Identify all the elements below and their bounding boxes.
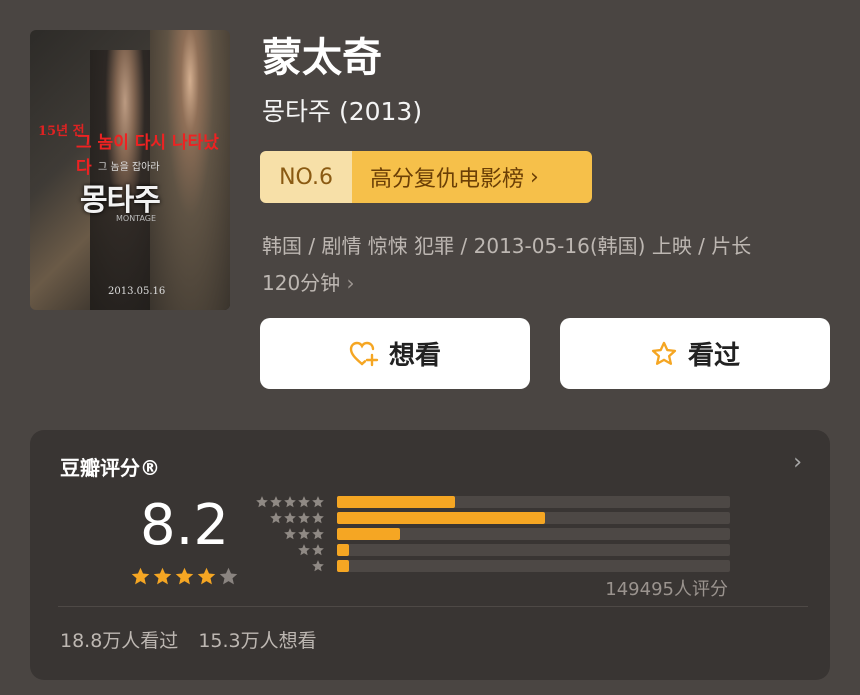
poster-subtitle: MONTAGE [116, 214, 157, 223]
distribution-star-label [255, 559, 325, 573]
divider [58, 606, 808, 607]
distribution-row-1-star [255, 558, 735, 574]
star-small-icon [284, 528, 296, 540]
want-to-watch-button[interactable]: 想看 [260, 318, 530, 389]
star-small-icon [312, 528, 324, 540]
star-small-icon [298, 528, 310, 540]
star-small-icon [312, 560, 324, 572]
poster-date: 2013.05.16 [108, 286, 166, 297]
distribution-bar-5-star [337, 496, 455, 508]
chevron-right-icon: › [530, 164, 539, 190]
distribution-star-label [255, 511, 325, 525]
distribution-row-4-star [255, 510, 735, 526]
star-filled-icon [153, 567, 172, 585]
distribution-row-3-star [255, 526, 735, 542]
distribution-star-label [255, 527, 325, 541]
rating-count: 149495人评分 [605, 579, 728, 600]
distribution-row-2-star [255, 542, 735, 558]
distribution-track [337, 496, 730, 508]
watch-stats: 18.8万人看过 15.3万人想看 [60, 626, 317, 653]
star-small-icon [284, 496, 296, 508]
movie-poster[interactable]: 15년 전 그 놈이 다시 나타났다 그 놈을 잡아라 몽타주 MONTAGE … [30, 30, 230, 310]
rank-list-name: 高分复仇电影榜 › [352, 151, 592, 203]
meta-line-2: 120分钟 › [262, 265, 822, 302]
meta-line-1: 韩国 / 剧情 惊悚 犯罪 / 2013-05-16(韩国) 上映 / 片长 [262, 234, 752, 258]
star-small-icon [298, 496, 310, 508]
star-filled-icon [131, 567, 150, 585]
rating-score: 8.2 [140, 493, 230, 558]
chevron-right-icon[interactable]: › [793, 450, 802, 475]
rating-header: 豆瓣评分® [60, 456, 160, 480]
star-small-icon [298, 512, 310, 524]
heart-plus-icon [349, 341, 379, 366]
star-outline-icon [651, 341, 677, 365]
ranking-badge[interactable]: NO.6 高分复仇电影榜 › [260, 151, 592, 203]
star-empty-icon [219, 567, 238, 585]
distribution-bar-2-star [337, 544, 349, 556]
want-label: 想看 [388, 341, 441, 371]
distribution-bar-4-star [337, 512, 546, 524]
distribution-track [337, 528, 730, 540]
star-small-icon [270, 496, 282, 508]
star-small-icon [270, 512, 282, 524]
rank-list-label: 高分复仇电影榜 [370, 167, 525, 192]
distribution-track [337, 560, 730, 572]
distribution-track [337, 512, 730, 524]
star-small-icon [312, 512, 324, 524]
rating-stars [130, 566, 239, 587]
star-small-icon [284, 512, 296, 524]
star-small-icon [256, 496, 268, 508]
rank-number: NO.6 [260, 151, 352, 203]
movie-original-title: 몽타주 (2013) [262, 97, 423, 126]
distribution-track [337, 544, 730, 556]
poster-title: 몽타주 [80, 183, 161, 218]
star-filled-icon [175, 567, 194, 585]
movie-meta[interactable]: 韩国 / 剧情 惊悚 犯罪 / 2013-05-16(韩国) 上映 / 片长 1… [262, 228, 822, 302]
star-small-icon [298, 544, 310, 556]
distribution-bar-3-star [337, 528, 400, 540]
movie-title: 蒙太奇 [262, 35, 382, 81]
want-count[interactable]: 15.3万人想看 [198, 626, 316, 653]
distribution-row-5-star [255, 494, 735, 510]
douban-rating-card[interactable]: 豆瓣评分® › 8.2 149495人评分 18.8万人看过 15.3万人想看 [30, 430, 830, 680]
distribution-star-label [255, 543, 325, 557]
watched-button[interactable]: 看过 [560, 318, 830, 389]
seen-count[interactable]: 18.8万人看过 [60, 626, 178, 653]
runtime: 120分钟 [262, 271, 341, 295]
star-filled-icon [197, 567, 216, 585]
star-small-icon [312, 544, 324, 556]
distribution-bar-1-star [337, 560, 349, 572]
distribution-star-label [255, 495, 325, 509]
star-small-icon [312, 496, 324, 508]
chevron-right-icon: › [346, 271, 355, 295]
seen-label: 看过 [687, 341, 740, 371]
poster-tagline-3: 그 놈을 잡아라 [98, 162, 160, 173]
